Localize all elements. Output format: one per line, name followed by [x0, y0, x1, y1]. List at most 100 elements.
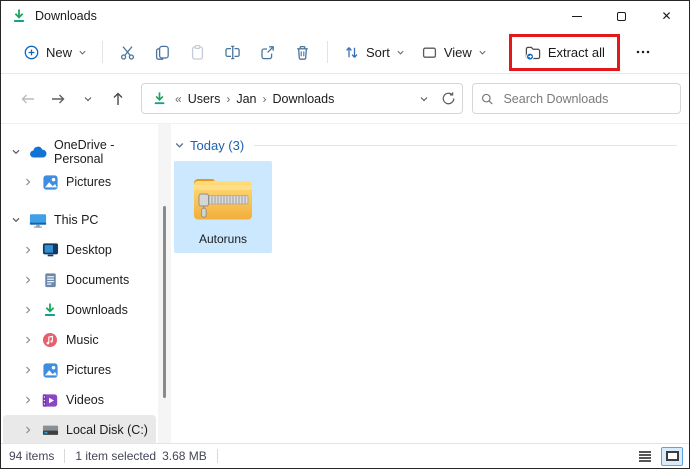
paste-icon — [189, 44, 206, 61]
address-bar[interactable]: « Users › Jan › Downloads — [141, 83, 463, 114]
up-button[interactable] — [103, 84, 133, 114]
sort-button[interactable]: Sort — [335, 38, 413, 67]
view-button[interactable]: View — [413, 38, 495, 67]
back-button[interactable] — [13, 84, 43, 114]
desktop-icon — [41, 241, 59, 259]
videos-icon — [41, 391, 59, 409]
search-input[interactable] — [501, 91, 672, 107]
arrow-left-icon — [20, 91, 36, 107]
file-item-autoruns[interactable]: Autoruns — [174, 161, 272, 253]
copy-button[interactable] — [145, 37, 180, 68]
breadcrumb-collapsed-icon[interactable]: « — [173, 92, 184, 106]
zipped-folder-icon — [191, 171, 255, 223]
ellipsis-icon — [635, 44, 651, 60]
sidebar-item-local-disk-c[interactable]: Local Disk (C:) — [3, 415, 156, 443]
content-area: OneDrive - Personal Pictures This PCDeskto… — [1, 124, 689, 443]
extract-all-button[interactable]: Extract all — [516, 38, 613, 67]
pictures-icon — [41, 361, 59, 379]
arrow-up-icon — [110, 91, 126, 107]
downloads-folder-icon — [11, 8, 27, 24]
chevron-right-icon[interactable] — [21, 177, 35, 187]
breadcrumb-segment-downloads[interactable]: Downloads — [269, 90, 339, 108]
rename-icon — [224, 44, 241, 61]
group-divider-line — [254, 145, 677, 146]
maximize-icon — [617, 12, 626, 21]
minimize-icon — [572, 16, 582, 17]
share-button[interactable] — [250, 37, 285, 68]
cut-button[interactable] — [110, 37, 145, 68]
address-dropdown-icon[interactable] — [419, 94, 429, 104]
title-bar: Downloads ✕ — [1, 1, 689, 31]
minimize-button[interactable] — [554, 1, 599, 31]
group-header-today[interactable]: Today (3) — [174, 138, 677, 153]
chevron-down-icon — [396, 48, 405, 57]
sidebar-item-music[interactable]: Music — [3, 325, 156, 355]
sidebar-item-label: Videos — [66, 393, 104, 407]
selection-size: 3.68 MB — [162, 449, 207, 463]
file-explorer-window: Downloads ✕ New — [0, 0, 690, 469]
sidebar-item-documents[interactable]: Documents — [3, 265, 156, 295]
sidebar-item-pictures[interactable]: Pictures — [3, 355, 156, 385]
chevron-down-icon — [174, 140, 185, 151]
chevron-down-icon[interactable] — [9, 147, 23, 157]
sidebar-item-downloads[interactable]: Downloads — [3, 295, 156, 325]
navigation-scrollbar[interactable] — [158, 124, 171, 443]
chevron-right-icon[interactable] — [21, 335, 35, 345]
window-title: Downloads — [35, 9, 97, 23]
close-button[interactable]: ✕ — [644, 1, 689, 31]
new-button[interactable]: New — [15, 38, 95, 67]
command-toolbar: New — [1, 31, 689, 74]
extract-folder-icon — [524, 44, 542, 61]
breadcrumb-segment-users[interactable]: Users — [184, 90, 225, 108]
downloads-icon — [41, 301, 59, 319]
chevron-right-icon[interactable] — [21, 365, 35, 375]
address-row: « Users › Jan › Downloads — [1, 74, 689, 124]
see-more-button[interactable] — [626, 37, 660, 67]
chevron-right-icon[interactable] — [21, 395, 35, 405]
sidebar-item-label: Local Disk (C:) — [66, 423, 148, 437]
breadcrumb-segment-jan[interactable]: Jan — [232, 90, 260, 108]
recent-locations-button[interactable] — [73, 84, 103, 114]
this-pc-icon — [29, 211, 47, 229]
forward-button[interactable] — [43, 84, 73, 114]
chevron-right-icon[interactable] — [21, 425, 35, 435]
sidebar-item-onedrive-personal[interactable]: OneDrive - Personal — [3, 137, 156, 167]
details-view-icon — [639, 451, 651, 462]
scissors-icon — [119, 44, 136, 61]
sidebar-item-label: Pictures — [66, 363, 111, 377]
sidebar-item-label: Documents — [66, 273, 129, 287]
navigation-pane: OneDrive - Personal Pictures This PCDeskto… — [1, 124, 158, 443]
status-separator — [217, 449, 218, 463]
chevron-right-icon[interactable] — [21, 305, 35, 315]
maximize-button[interactable] — [599, 1, 644, 31]
group-header-label: Today (3) — [190, 138, 244, 153]
chevron-down-icon — [83, 94, 93, 104]
chevron-right-icon[interactable] — [21, 245, 35, 255]
sidebar-item-label: Downloads — [66, 303, 128, 317]
refresh-icon[interactable] — [441, 91, 456, 106]
sidebar-item-desktop[interactable]: Desktop — [3, 235, 156, 265]
view-toggles — [634, 447, 683, 466]
local-disk-icon — [41, 421, 59, 439]
paste-button[interactable] — [180, 37, 215, 68]
delete-button[interactable] — [285, 37, 320, 68]
arrow-right-icon — [50, 91, 66, 107]
documents-icon — [41, 271, 59, 289]
scrollbar-thumb[interactable] — [163, 206, 166, 398]
search-icon — [481, 92, 493, 106]
chevron-down-icon[interactable] — [9, 215, 23, 225]
sort-arrows-icon — [343, 44, 360, 61]
trash-icon — [294, 44, 311, 61]
sidebar-item-pictures[interactable]: Pictures — [3, 167, 156, 197]
chevron-down-icon — [478, 48, 487, 57]
sidebar-item-this-pc[interactable]: This PC — [3, 205, 156, 235]
chevron-right-icon[interactable] — [21, 275, 35, 285]
sidebar-item-label: Pictures — [66, 175, 111, 189]
sidebar-item-videos[interactable]: Videos — [3, 385, 156, 415]
details-view-button[interactable] — [634, 447, 656, 466]
music-icon — [41, 331, 59, 349]
rename-button[interactable] — [215, 37, 250, 68]
close-icon: ✕ — [661, 10, 671, 22]
large-icons-view-button[interactable] — [661, 447, 683, 466]
share-icon — [259, 44, 276, 61]
